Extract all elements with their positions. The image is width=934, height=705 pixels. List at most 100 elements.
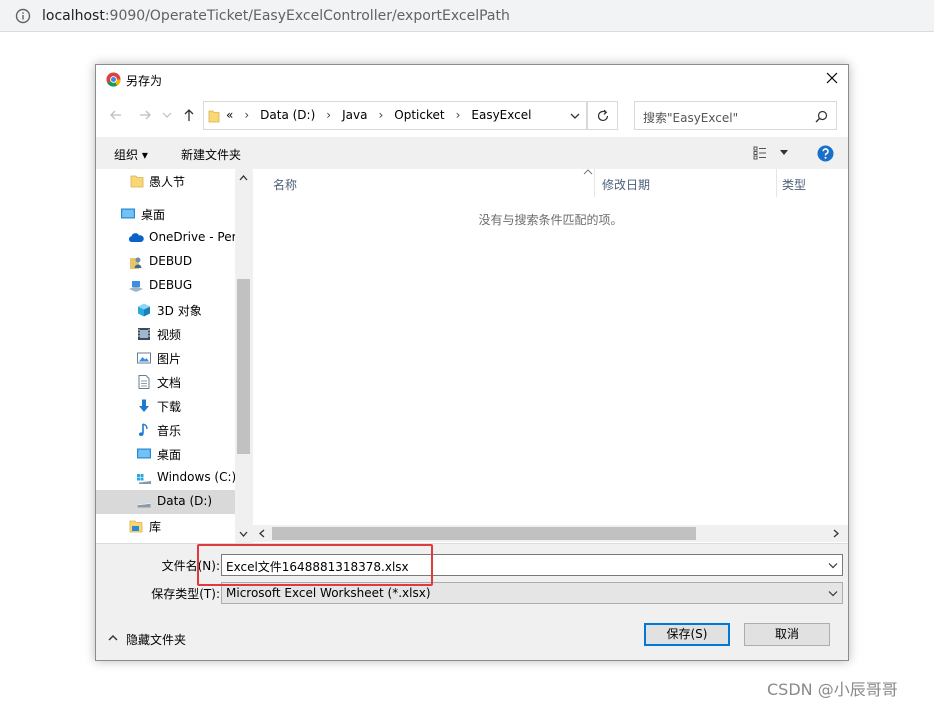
save-button[interactable]: 保存(S) xyxy=(644,623,730,646)
breadcrumb-separator: › xyxy=(326,108,332,122)
user-icon xyxy=(130,257,142,269)
search-input[interactable]: 搜索"EasyExcel" xyxy=(634,101,837,130)
nav-item-onedrive[interactable]: OneDrive - Per xyxy=(96,226,237,250)
search-icon[interactable] xyxy=(815,110,828,123)
chevron-down-icon[interactable] xyxy=(780,150,788,155)
scroll-left-arrow-icon[interactable] xyxy=(259,529,265,538)
nav-item-label: 图片 xyxy=(157,352,182,366)
refresh-icon xyxy=(597,109,609,122)
nav-scrollbar[interactable] xyxy=(235,169,252,543)
cancel-button[interactable]: 取消 xyxy=(744,623,830,646)
hide-folders-label: 隐藏文件夹 xyxy=(126,633,187,647)
nav-item-music[interactable]: 音乐 xyxy=(96,418,235,442)
column-header-type[interactable]: 类型 xyxy=(777,169,848,197)
refresh-button[interactable] xyxy=(587,101,618,130)
horizontal-scrollbar-thumb[interactable] xyxy=(272,527,696,540)
folder-icon xyxy=(208,110,220,123)
column-header-label: 名称 xyxy=(273,178,298,192)
library-icon xyxy=(129,520,143,533)
breadcrumb-item-java[interactable]: Java xyxy=(342,108,367,122)
breadcrumb-item-drive[interactable]: Data (D:) xyxy=(260,108,315,122)
chevron-down-icon[interactable] xyxy=(828,562,838,569)
breadcrumb-item-opticket[interactable]: Opticket xyxy=(394,108,444,122)
scroll-right-arrow-icon[interactable] xyxy=(833,529,839,538)
close-icon[interactable] xyxy=(824,70,840,86)
path-breadcrumb-box[interactable]: « › Data (D:) › Java › Opticket › EasyEx… xyxy=(203,101,587,130)
nav-item-pictures[interactable]: 图片 xyxy=(96,346,235,370)
picture-icon xyxy=(137,352,151,364)
navigation-pane[interactable]: 愚人节 桌面 OneDrive - Per DEBUD DEBUG 3D 对象 … xyxy=(96,169,252,543)
column-header-date-modified[interactable]: 修改日期 xyxy=(595,169,777,197)
breadcrumb-separator: › xyxy=(378,108,384,122)
nav-item-desktop-root[interactable]: 桌面 xyxy=(96,202,235,226)
filetype-value: Microsoft Excel Worksheet (*.xlsx) xyxy=(226,586,431,600)
nav-item-aprilfools[interactable]: 愚人节 xyxy=(96,169,235,193)
computer-icon xyxy=(129,281,143,292)
file-list[interactable]: 名称 修改日期 类型 没有与搜索条件匹配的项。 xyxy=(253,169,848,543)
search-placeholder: 搜索"EasyExcel" xyxy=(643,111,739,125)
url-text[interactable]: localhost:9090/OperateTicket/EasyExcelCo… xyxy=(42,8,510,24)
folder-icon xyxy=(130,175,144,188)
nav-item-label: 音乐 xyxy=(157,424,182,438)
chevron-up-icon xyxy=(108,635,118,641)
drive-icon xyxy=(137,474,151,484)
chevron-down-icon[interactable] xyxy=(570,111,580,121)
nav-item-label: 3D 对象 xyxy=(157,304,202,318)
nav-item-videos[interactable]: 视频 xyxy=(96,322,235,346)
filetype-label: 保存类型(T): xyxy=(151,587,220,601)
browser-address-bar[interactable]: localhost:9090/OperateTicket/EasyExcelCo… xyxy=(0,0,934,32)
onedrive-icon xyxy=(128,233,144,242)
chevron-down-icon[interactable] xyxy=(828,590,838,597)
cube-icon xyxy=(138,303,150,317)
video-icon xyxy=(138,328,150,340)
info-icon[interactable] xyxy=(15,8,31,24)
address-row: « › Data (D:) › Java › Opticket › EasyEx… xyxy=(96,95,848,137)
desktop-icon xyxy=(137,448,151,459)
column-header-name[interactable]: 名称 xyxy=(253,169,595,197)
nav-item-label: 桌面 xyxy=(157,448,182,462)
new-folder-button[interactable]: 新建文件夹 xyxy=(181,146,241,163)
nav-scrollbar-thumb[interactable] xyxy=(237,279,250,454)
save-as-dialog: 另存为 « › Data (D:) › Java › Opticket › Ea… xyxy=(95,64,849,661)
nav-item-label: 文档 xyxy=(157,376,182,390)
organize-button[interactable]: 组织 ▾ xyxy=(114,146,148,163)
breadcrumb-overflow[interactable]: « xyxy=(226,108,233,122)
nav-item-data-d[interactable]: Data (D:) xyxy=(96,490,235,514)
nav-item-downloads[interactable]: 下载 xyxy=(96,394,235,418)
filename-highlight-annotation xyxy=(197,544,433,586)
nav-item-documents[interactable]: 文档 xyxy=(96,370,235,394)
breadcrumb: « › Data (D:) › Java › Opticket › EasyEx… xyxy=(226,108,531,122)
back-arrow-icon[interactable] xyxy=(108,107,124,123)
file-list-horizontal-scrollbar[interactable] xyxy=(253,525,848,542)
scroll-down-arrow-icon[interactable] xyxy=(239,531,248,537)
url-path: :9090/OperateTicket/EasyExcelController/… xyxy=(104,8,510,24)
scroll-up-arrow-icon[interactable] xyxy=(239,175,248,181)
nav-item-debud[interactable]: DEBUD xyxy=(96,250,235,274)
help-icon[interactable] xyxy=(817,145,834,162)
nav-item-3d-objects[interactable]: 3D 对象 xyxy=(96,298,235,322)
nav-item-debug[interactable]: DEBUG xyxy=(96,274,235,298)
nav-item-label: 库 xyxy=(149,520,162,534)
nav-item-label: 桌面 xyxy=(141,208,166,222)
recent-locations-chevron-icon[interactable] xyxy=(162,111,172,119)
nav-item-label: 视频 xyxy=(157,328,182,342)
download-icon xyxy=(139,399,149,412)
nav-item-label: 愚人节 xyxy=(149,175,186,189)
watermark-text: CSDN @小辰哥哥 xyxy=(767,680,898,699)
column-header-label: 类型 xyxy=(782,178,807,192)
nav-item-libraries[interactable]: 库 xyxy=(96,514,235,538)
forward-arrow-icon[interactable] xyxy=(137,107,153,123)
up-arrow-icon[interactable] xyxy=(181,107,197,123)
command-bar: 组织 ▾ 新建文件夹 xyxy=(96,137,848,169)
nav-item-desktop[interactable]: 桌面 xyxy=(96,442,235,466)
empty-results-message: 没有与搜索条件匹配的项。 xyxy=(478,213,623,227)
nav-item-label: Windows (C:) xyxy=(157,470,237,484)
nav-item-label: 下载 xyxy=(157,400,182,414)
breadcrumb-separator: › xyxy=(244,108,250,122)
view-options-icon[interactable] xyxy=(753,146,771,160)
breadcrumb-item-easyexcel[interactable]: EasyExcel xyxy=(471,108,531,122)
nav-item-windows-c[interactable]: Windows (C:) xyxy=(96,466,237,490)
nav-item-label: DEBUG xyxy=(149,278,193,292)
document-icon xyxy=(138,375,150,389)
music-icon xyxy=(138,423,148,436)
